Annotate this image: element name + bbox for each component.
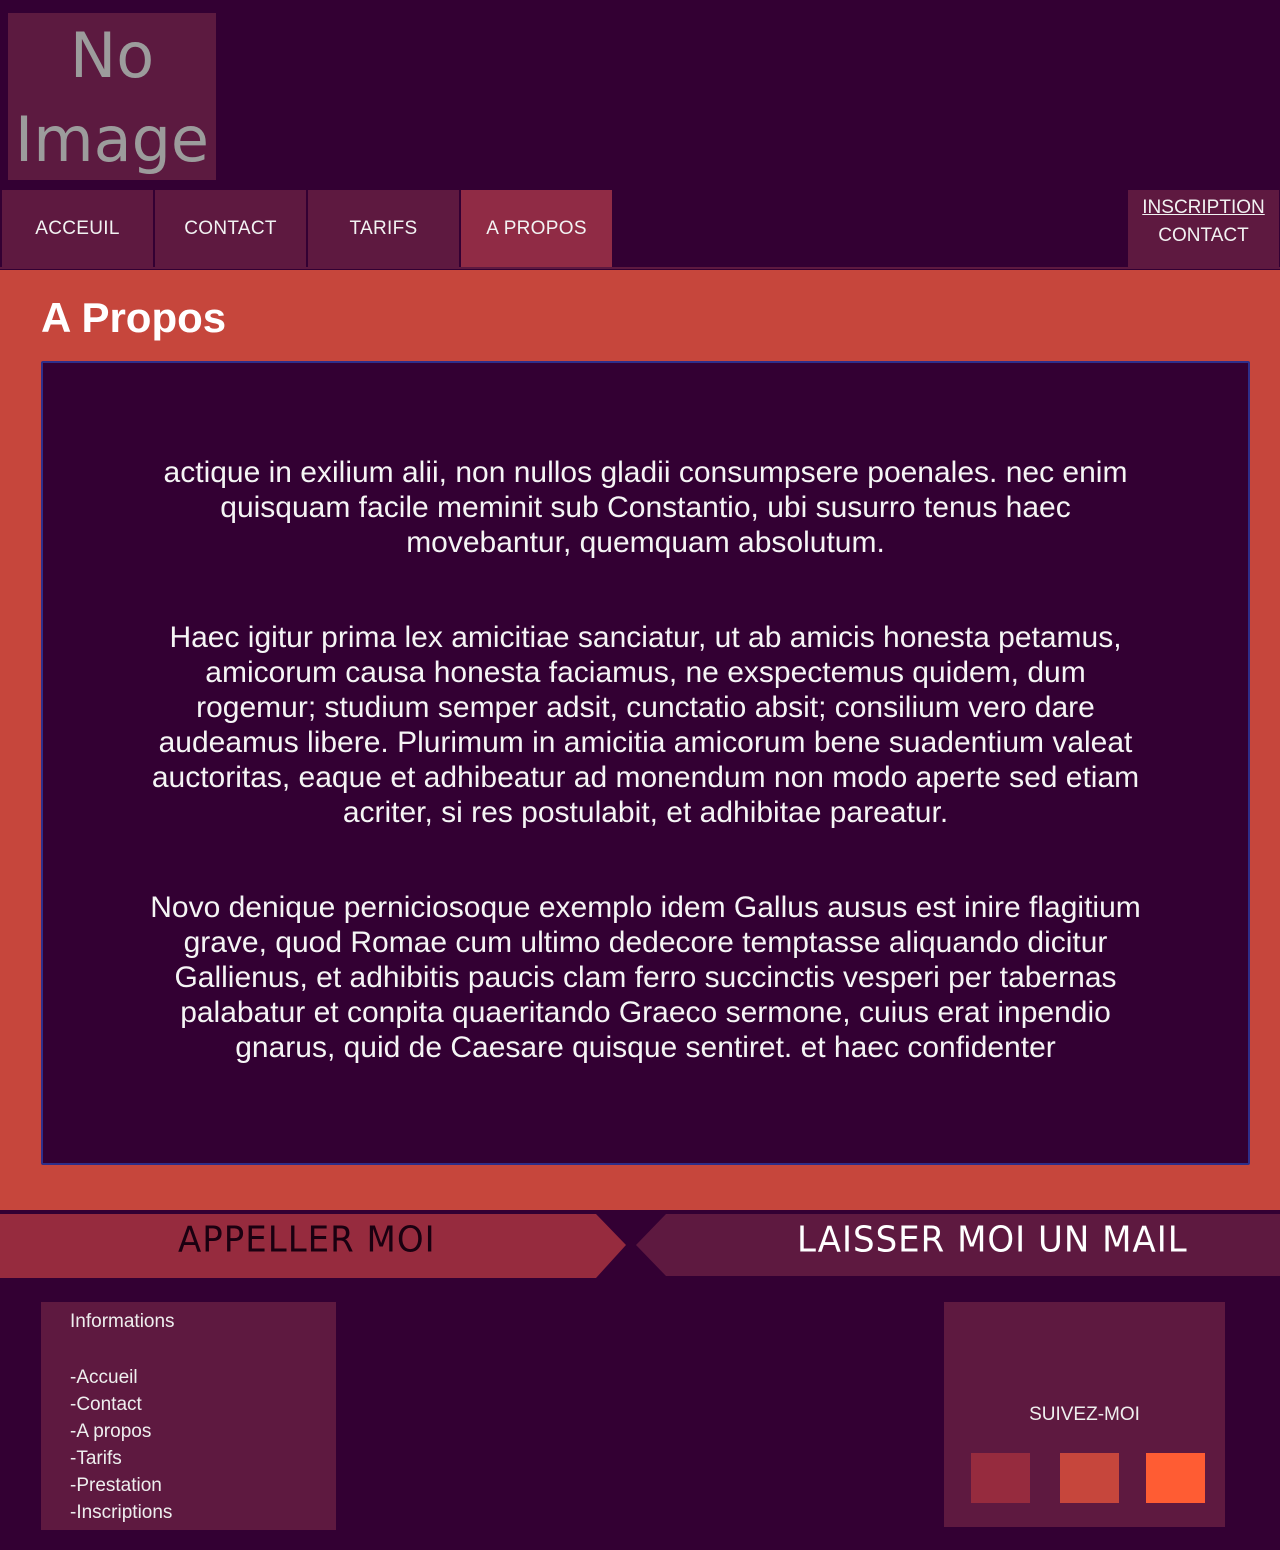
follow-me-label: SUIVEZ-MOI: [1029, 1404, 1140, 1425]
footer-link-a-propos[interactable]: -A propos: [70, 1418, 336, 1445]
nav-item-tarifs[interactable]: TARIFS: [308, 190, 459, 267]
social-icon-1[interactable]: [971, 1453, 1030, 1503]
contact-link[interactable]: CONTACT: [1128, 222, 1279, 250]
about-paragraph-2: Haec igitur prima lex amicitiae sanciatu…: [151, 621, 1140, 829]
footer-info-box: Informations -Accueil -Contact -A propos…: [41, 1302, 336, 1530]
about-paragraph-1: actique in exilium alii, non nullos glad…: [163, 456, 1128, 559]
main-navigation: ACCEUIL CONTACT TARIFS A PROPOS INSCRIPT…: [0, 188, 1280, 269]
email-me-button[interactable]: LAISSER MOI UN MAIL: [797, 1219, 1188, 1261]
footer-link-prestation[interactable]: -Prestation: [70, 1472, 336, 1499]
footer-link-inscriptions[interactable]: -Inscriptions: [70, 1499, 336, 1526]
footer-link-accueil[interactable]: -Accueil: [70, 1364, 336, 1391]
nav-account-box: INSCRIPTION CONTACT: [1128, 190, 1279, 267]
footer-info-title: Informations: [70, 1311, 175, 1332]
nav-item-a-propos[interactable]: A PROPOS: [461, 190, 612, 267]
no-image-graphic: No Image: [8, 13, 216, 180]
logo-text-image: Image: [15, 103, 209, 176]
call-me-button[interactable]: APPELLER MOI: [178, 1219, 436, 1261]
inscription-link[interactable]: INSCRIPTION: [1128, 194, 1279, 222]
contact-cta-strip: APPELLER MOI LAISSER MOI UN MAIL: [0, 1210, 1280, 1282]
footer-link-tarifs[interactable]: -Tarifs: [70, 1445, 336, 1472]
nav-divider: [0, 267, 1280, 269]
about-content-box: actique in exilium alii, non nullos glad…: [41, 361, 1250, 1165]
page-title: A Propos: [41, 294, 227, 341]
social-icon-2[interactable]: [1060, 1453, 1119, 1503]
about-paragraph-3: Novo denique perniciosoque exemplo idem …: [150, 891, 1141, 1064]
footer-social-box: SUIVEZ-MOI: [944, 1302, 1225, 1527]
social-icon-3[interactable]: [1146, 1453, 1205, 1503]
main-section: A Propos actique in exilium alii, non nu…: [0, 270, 1280, 1210]
logo-text-no: No: [70, 19, 154, 92]
logo-placeholder-image: No Image: [8, 13, 216, 180]
nav-item-contact[interactable]: CONTACT: [155, 190, 306, 267]
nav-item-acceuil[interactable]: ACCEUIL: [2, 190, 153, 267]
footer-link-contact[interactable]: -Contact: [70, 1391, 336, 1418]
